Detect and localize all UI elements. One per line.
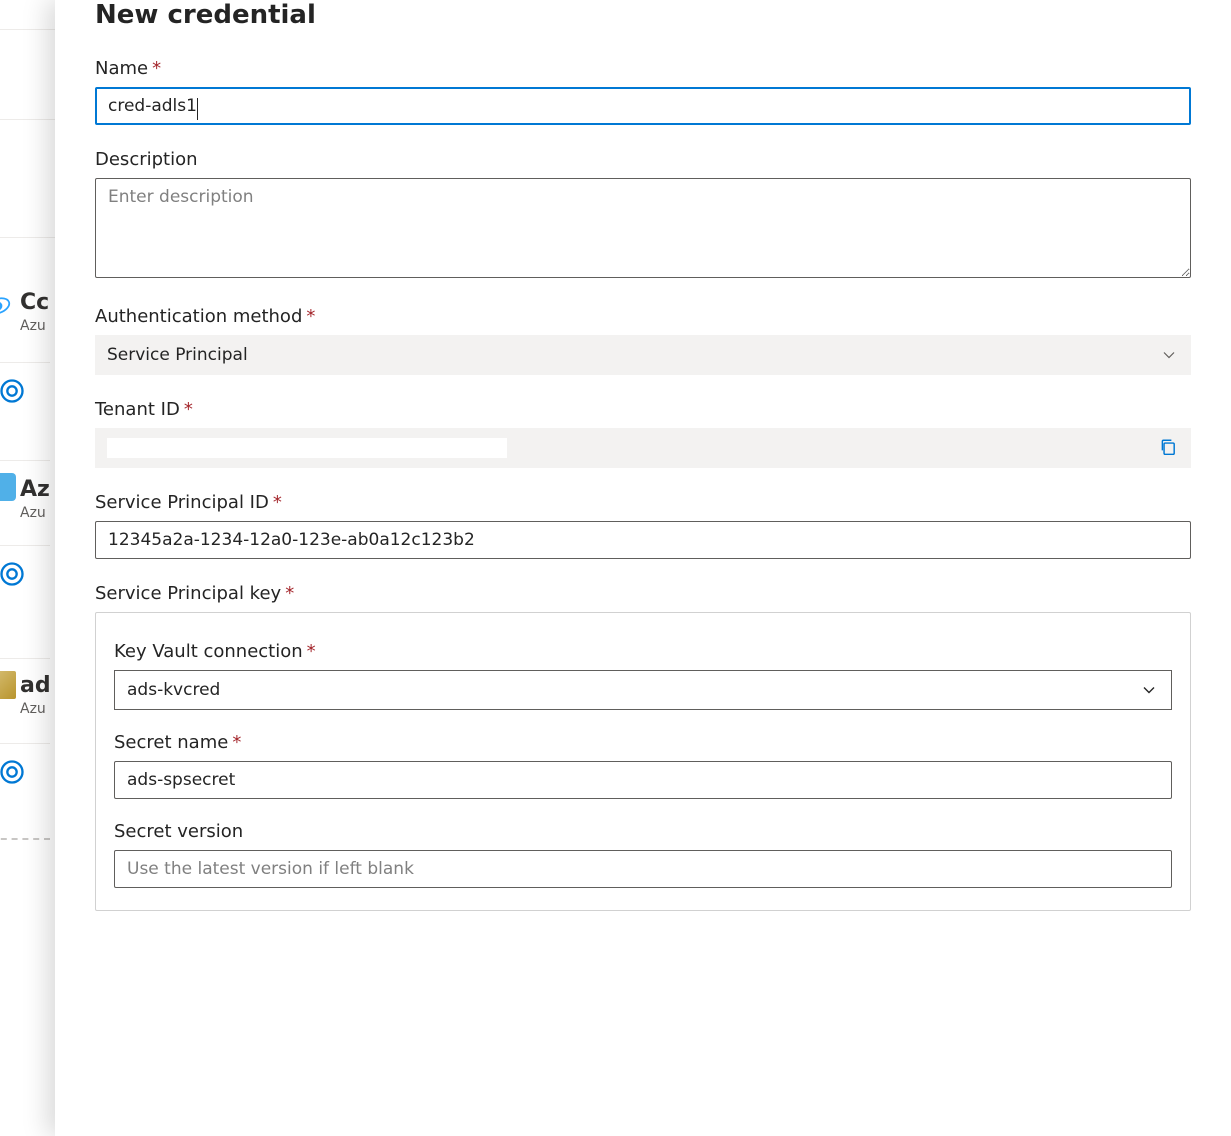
description-textarea[interactable] <box>95 178 1191 278</box>
secret-name-input[interactable] <box>114 761 1172 799</box>
field-secret-name: Secret name* <box>114 732 1172 799</box>
tenant-id-masked-value <box>107 438 507 458</box>
target-icon <box>0 758 26 786</box>
resource-icon <box>0 473 16 501</box>
bg-item-title: Cc <box>20 290 49 315</box>
secret-version-input[interactable] <box>114 850 1172 888</box>
bg-item-sub: Azu <box>20 318 46 334</box>
copy-tenant-id-button[interactable] <box>1159 438 1179 458</box>
auth-method-select[interactable]: Service Principal <box>95 335 1191 375</box>
sp-id-label-text: Service Principal ID <box>95 492 269 513</box>
tenant-id-readonly <box>95 428 1191 468</box>
auth-method-value: Service Principal <box>107 345 248 365</box>
bg-divider-dashed <box>0 838 50 840</box>
new-credential-panel: New credential Name* cred-adls1 Descript… <box>55 0 1231 1136</box>
field-secret-version: Secret version <box>114 821 1172 888</box>
chevron-down-icon <box>1161 347 1177 363</box>
kv-connection-label-text: Key Vault connection <box>114 641 303 662</box>
sp-id-input[interactable] <box>95 521 1191 559</box>
name-input-value: cred-adls1 <box>108 96 197 116</box>
name-label: Name* <box>95 58 1191 79</box>
name-input[interactable]: cred-adls1 <box>95 87 1191 125</box>
field-sp-key: Service Principal key* Key Vault connect… <box>95 583 1191 911</box>
auth-method-label: Authentication method* <box>95 306 1191 327</box>
required-asterisk: * <box>306 306 315 327</box>
field-auth-method: Authentication method* Service Principal <box>95 306 1191 375</box>
required-asterisk: * <box>273 492 282 513</box>
required-asterisk: * <box>184 399 193 420</box>
kv-connection-select[interactable]: ads-kvcred <box>114 670 1172 710</box>
sp-key-label: Service Principal key* <box>95 583 1191 604</box>
panel-title: New credential <box>95 0 1191 30</box>
collection-icon <box>0 292 12 320</box>
required-asterisk: * <box>285 583 294 604</box>
sp-key-subgroup: Key Vault connection* ads-kvcred Secret … <box>95 612 1191 911</box>
tenant-id-label: Tenant ID* <box>95 399 1191 420</box>
name-label-text: Name <box>95 58 148 79</box>
resource-icon <box>0 671 16 699</box>
background-resource-list: Cc Azu Az Azu ad <box>0 0 55 1136</box>
sp-id-label: Service Principal ID* <box>95 492 1191 513</box>
target-icon <box>0 560 26 588</box>
bg-item-title: ad <box>20 673 51 698</box>
field-sp-id: Service Principal ID* <box>95 492 1191 559</box>
bg-item-sub: Azu <box>20 505 46 521</box>
auth-method-label-text: Authentication method <box>95 306 302 327</box>
required-asterisk: * <box>232 732 241 753</box>
field-kv-connection: Key Vault connection* ads-kvcred <box>114 641 1172 710</box>
bg-item-title: Az <box>20 477 50 502</box>
tenant-id-label-text: Tenant ID <box>95 399 180 420</box>
field-name: Name* cred-adls1 <box>95 58 1191 125</box>
target-icon <box>0 377 26 405</box>
required-asterisk: * <box>152 58 161 79</box>
kv-connection-label: Key Vault connection* <box>114 641 1172 662</box>
secret-version-label: Secret version <box>114 821 1172 842</box>
kv-connection-value: ads-kvcred <box>127 680 220 700</box>
secret-name-label: Secret name* <box>114 732 1172 753</box>
required-asterisk: * <box>307 641 316 662</box>
description-label: Description <box>95 149 1191 170</box>
bg-item-sub: Azu <box>20 701 46 717</box>
field-tenant-id: Tenant ID* <box>95 399 1191 468</box>
chevron-down-icon <box>1141 682 1157 698</box>
sp-key-label-text: Service Principal key <box>95 583 281 604</box>
field-description: Description <box>95 149 1191 282</box>
secret-name-label-text: Secret name <box>114 732 228 753</box>
